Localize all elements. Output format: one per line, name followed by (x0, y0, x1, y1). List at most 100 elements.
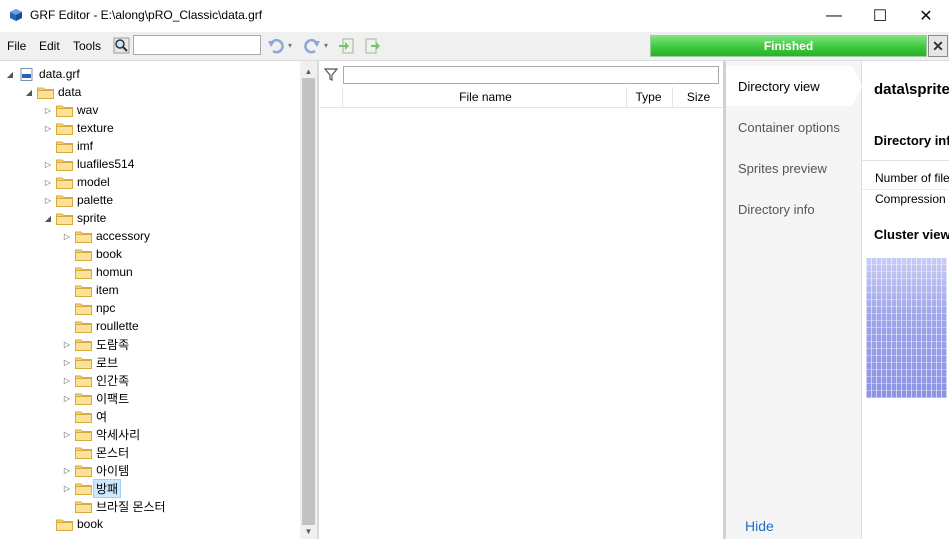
collapsed-arrow-icon[interactable]: ▷ (43, 106, 53, 115)
tree-node[interactable]: imf (43, 137, 93, 155)
tree-node-label: 이팩트 (96, 391, 130, 406)
folder-icon (56, 519, 73, 531)
progress-close-button[interactable]: ✕ (928, 35, 948, 57)
collapsed-arrow-icon[interactable]: ▷ (62, 466, 72, 475)
collapsed-arrow-icon[interactable]: ▷ (62, 430, 72, 439)
nav-container-options[interactable]: Container options (738, 120, 840, 135)
tree-node[interactable]: ◢ data (24, 83, 81, 101)
splitter[interactable] (317, 61, 319, 539)
nav-directory-info[interactable]: Directory info (738, 202, 815, 217)
menu-file[interactable]: File (7, 39, 26, 53)
tree-node-label: 브라질 몬스터 (96, 499, 166, 514)
scroll-down-icon[interactable]: ▼ (300, 523, 317, 540)
folder-icon (56, 123, 73, 135)
collapsed-arrow-icon[interactable]: ▷ (43, 178, 53, 187)
tree-node[interactable]: ▷ 도람족 (62, 335, 129, 353)
tree-node[interactable]: ◢ sprite (43, 209, 106, 227)
tree-node[interactable]: ▷ 이팩트 (62, 389, 129, 407)
tree-node[interactable]: ◢ data.grf (5, 65, 80, 83)
collapsed-arrow-icon[interactable]: ▷ (62, 358, 72, 367)
tree-node[interactable]: ▷ palette (43, 191, 113, 209)
collapsed-arrow-icon[interactable]: ▷ (62, 394, 72, 403)
search-icon[interactable] (113, 37, 130, 54)
undo-icon[interactable] (267, 37, 285, 55)
folder-icon (75, 285, 92, 297)
menu-tools[interactable]: Tools (73, 39, 101, 53)
collapsed-arrow-icon[interactable]: ▷ (43, 124, 53, 133)
tree-node[interactable]: ▷ wav (43, 101, 98, 119)
folder-icon (56, 195, 73, 207)
tree-node[interactable]: book (62, 245, 122, 263)
folder-icon (75, 231, 92, 243)
folder-icon (75, 249, 92, 261)
undo-dropdown-icon[interactable]: ▾ (288, 41, 292, 50)
tree-node[interactable]: 브라질 몬스터 (62, 497, 166, 515)
tree-node-label: book (77, 517, 104, 531)
collapsed-arrow-icon[interactable]: ▷ (62, 376, 72, 385)
collapsed-arrow-icon[interactable]: ▷ (62, 232, 72, 241)
compression-label: Compression ratio (875, 192, 949, 206)
folder-icon (75, 501, 92, 513)
tree-node-label: homun (96, 265, 133, 279)
tree-node-label: 인간족 (96, 373, 130, 388)
folder-icon (56, 105, 73, 117)
tree-node-label: data.grf (39, 67, 80, 81)
expanded-arrow-icon[interactable]: ◢ (43, 214, 53, 223)
tree-node-label: luafiles514 (77, 157, 135, 171)
add-file-icon[interactable] (338, 37, 356, 55)
minimize-button[interactable]: — (811, 0, 857, 32)
tree-node[interactable]: ▷ accessory (62, 227, 150, 245)
tree-node[interactable]: ▷ model (43, 173, 110, 191)
grf-cube-icon (10, 9, 22, 21)
collapsed-arrow-icon[interactable]: ▷ (62, 484, 72, 493)
search-input[interactable] (133, 35, 261, 55)
folder-icon (37, 87, 54, 99)
tree-node[interactable]: ▷ 방패 (62, 478, 122, 498)
filter-input[interactable] (343, 66, 719, 84)
tree-node-label: 도람족 (96, 337, 130, 352)
tree-node-label: npc (96, 301, 116, 315)
tree-node-label: 몬스터 (96, 445, 130, 460)
column-size[interactable]: Size (672, 87, 724, 107)
tree-node[interactable]: ▷ luafiles514 (43, 155, 134, 173)
tree-node[interactable]: ▷ 악세사리 (62, 425, 140, 443)
close-button[interactable]: ✕ (903, 0, 949, 32)
menu-edit[interactable]: Edit (39, 39, 60, 53)
nav-sprites-preview[interactable]: Sprites preview (738, 161, 827, 176)
tree-node-label: 방패 (93, 478, 122, 498)
tree-scrollbar-thumb[interactable] (302, 78, 315, 525)
tree-node[interactable]: book (43, 515, 103, 533)
tree-node[interactable]: roullette (62, 317, 139, 335)
number-of-files-label: Number of files (875, 171, 949, 185)
redo-icon[interactable] (303, 37, 321, 55)
folder-icon (56, 159, 73, 171)
tree-node[interactable]: ▷ texture (43, 119, 114, 137)
tree-node-label: item (96, 283, 119, 297)
maximize-button[interactable]: ☐ (857, 0, 903, 32)
tree-node[interactable]: ▷ 로브 (62, 353, 118, 371)
expanded-arrow-icon[interactable]: ◢ (24, 88, 34, 97)
collapsed-arrow-icon[interactable]: ▷ (62, 340, 72, 349)
tree-node[interactable]: item (62, 281, 119, 299)
tree-node[interactable]: ▷ 아이템 (62, 461, 129, 479)
tree-node[interactable]: ▷ 인간족 (62, 371, 129, 389)
column-file-name[interactable]: File name (342, 87, 628, 107)
collapsed-arrow-icon[interactable]: ▷ (43, 196, 53, 205)
tree-node[interactable]: npc (62, 299, 115, 317)
tree-node[interactable]: 여 (62, 407, 107, 425)
column-type[interactable]: Type (626, 87, 670, 107)
tree-node-label: accessory (96, 229, 151, 243)
tree-node[interactable]: 몬스터 (62, 443, 129, 461)
redo-dropdown-icon[interactable]: ▾ (324, 41, 328, 50)
section-cluster-view: Cluster view (874, 227, 949, 242)
folder-icon (75, 303, 92, 315)
tree-node-label: sprite (77, 211, 107, 225)
scroll-up-icon[interactable]: ▲ (300, 63, 317, 80)
collapsed-arrow-icon[interactable]: ▷ (43, 160, 53, 169)
hide-link[interactable]: Hide (745, 518, 774, 534)
folder-icon (75, 411, 92, 423)
tree-node[interactable]: homun (62, 263, 133, 281)
expanded-arrow-icon[interactable]: ◢ (5, 70, 15, 79)
merge-file-icon[interactable] (363, 37, 381, 55)
nav-directory-view[interactable]: Directory view (738, 79, 820, 94)
